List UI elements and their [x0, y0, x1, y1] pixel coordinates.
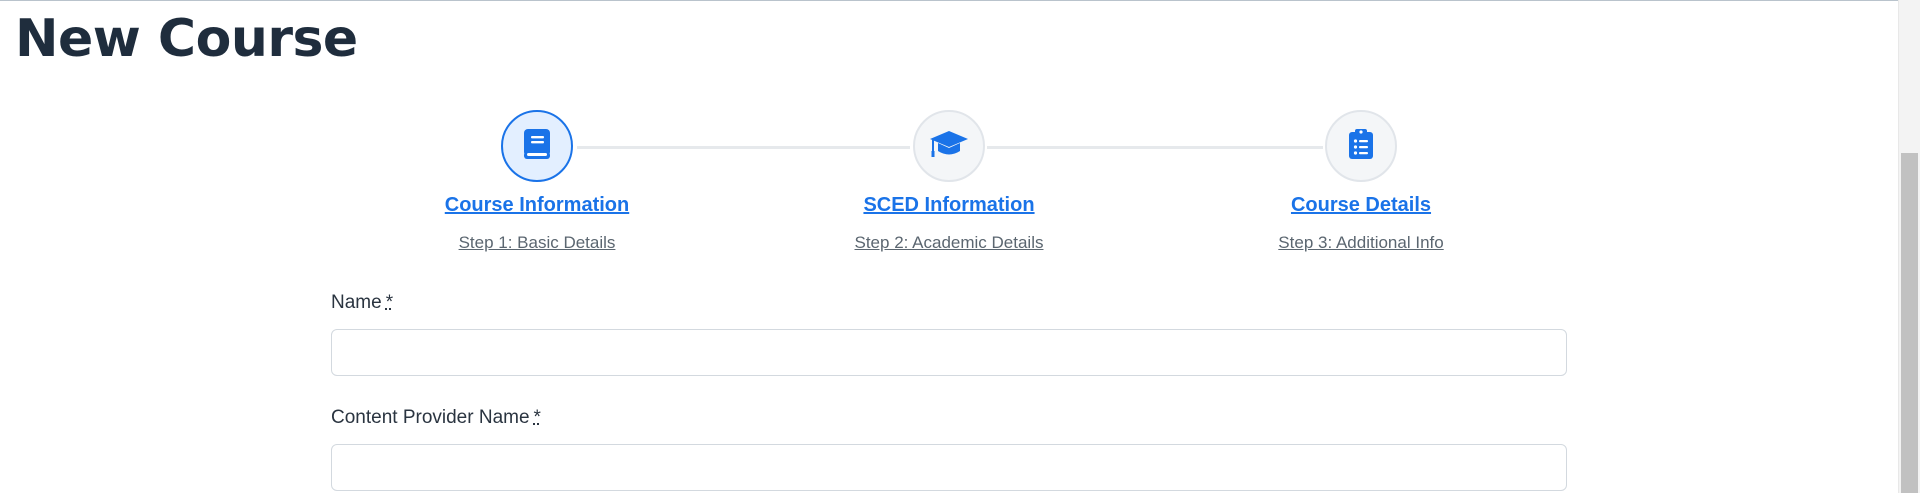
step-1-title[interactable]: Course Information [445, 194, 629, 217]
scrollbar-thumb[interactable] [1901, 153, 1918, 493]
content-provider-name-field: Content Provider Name * [331, 405, 1567, 491]
vertical-scrollbar[interactable] [1898, 0, 1920, 493]
name-label: Name * [331, 292, 394, 313]
step-2-subtitle[interactable]: Step 2: Academic Details [759, 233, 1139, 253]
content-provider-name-label: Content Provider Name * [331, 407, 541, 428]
clipboard-list-icon [1348, 128, 1374, 165]
step-1-subtitle[interactable]: Step 1: Basic Details [347, 233, 727, 253]
step-2-circle[interactable] [913, 110, 985, 182]
graduation-cap-icon [929, 129, 969, 164]
step-sced-information[interactable]: SCED Information Step 2: Academic Detail… [759, 110, 1139, 253]
main-content: New Course Course Information Step 1: Ba… [0, 0, 1898, 493]
name-field: Name * [331, 290, 1567, 376]
step-1-circle[interactable] [501, 110, 573, 182]
step-course-details[interactable]: Course Details Step 3: Additional Info [1171, 110, 1551, 253]
step-3-circle[interactable] [1325, 110, 1397, 182]
required-marker: * [533, 407, 541, 428]
name-input[interactable] [331, 329, 1567, 376]
content-provider-name-input[interactable] [331, 444, 1567, 491]
book-icon [523, 128, 551, 165]
step-2-title[interactable]: SCED Information [863, 194, 1034, 217]
step-course-information[interactable]: Course Information Step 1: Basic Details [347, 110, 727, 253]
step-3-subtitle[interactable]: Step 3: Additional Info [1171, 233, 1551, 253]
course-stepper: Course Information Step 1: Basic Details… [0, 0, 1898, 270]
step-3-title[interactable]: Course Details [1291, 194, 1431, 217]
required-marker: * [385, 292, 394, 313]
course-form: Name * Content Provider Name * [331, 290, 1567, 491]
